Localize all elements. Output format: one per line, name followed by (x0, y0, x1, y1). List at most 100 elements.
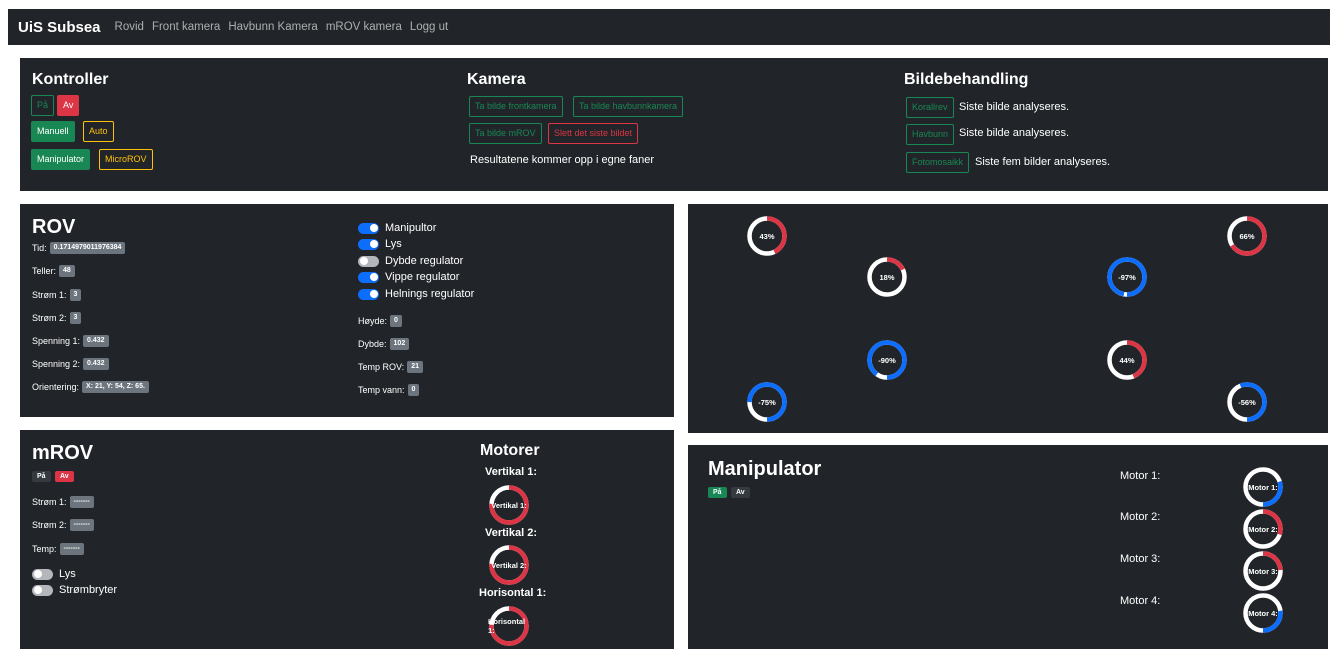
mrov-panel: mROV På Av Strøm 1: ------- Strøm 2: ---… (20, 430, 674, 649)
auto-button[interactable]: Auto (83, 121, 114, 142)
fotomosaikk-button[interactable]: Fotomosaikk (906, 152, 970, 173)
gauge-value: Motor 2: (1248, 524, 1278, 534)
rov-dybde-label: Dybde: (358, 339, 387, 349)
thruster-gauge-1: 43% (746, 215, 788, 257)
manuell-button[interactable]: Manuell (31, 121, 75, 142)
mrov-switch-strombryter[interactable] (32, 584, 53, 596)
rov-temp-rov-label: Temp ROV: (358, 362, 405, 372)
korallrev-description: Siste bilde analyseres. (959, 101, 1070, 113)
thruster-gauge-5: -90% (866, 339, 908, 381)
ta-bilde-havbunnkamera-button[interactable]: Ta bilde havbunnkamera (573, 96, 684, 117)
switch-dybde-regulator-row: Dybde regulator (358, 255, 463, 267)
paa-button[interactable]: På (31, 95, 55, 116)
switch-helnings-regulator[interactable] (358, 288, 379, 300)
switch-lys-row: Lys (358, 238, 402, 250)
gauge-value: 18% (879, 272, 895, 282)
slett-siste-bilde-button[interactable]: Slett det siste bildet (548, 123, 639, 144)
nav-link-rovid[interactable]: Rovid (115, 21, 144, 33)
manip-motor4-gauge: Motor 4: (1242, 592, 1284, 634)
gauge-value: -90% (878, 355, 896, 365)
rov-strom2-row: Strøm 2: 3 (32, 312, 82, 324)
mrov-switch-lys[interactable] (32, 568, 53, 580)
manipulator-av-badge[interactable]: Av (731, 487, 750, 498)
mrov-temp-value: ------- (59, 543, 84, 555)
gauge-value: 66% (1239, 231, 1255, 241)
mrov-switch-lys-label: Lys (59, 568, 76, 580)
switch-vippe-regulator[interactable] (358, 271, 379, 283)
rov-teller-row: Teller: 48 (32, 265, 75, 277)
switch-helnings-regulator-label: Helnings regulator (385, 288, 475, 300)
mrov-paa-badge[interactable]: På (32, 471, 51, 482)
motor-vertikal2-gauge: Vertikal 2: (488, 544, 530, 586)
mrov-strom2-label: Strøm 2: (32, 520, 67, 530)
rov-hoyde-value: 0 (390, 315, 402, 327)
motor-vertikal1-label: Vertikal 1: (485, 466, 537, 478)
rov-strom2-label: Strøm 2: (32, 313, 67, 323)
manipulator-paa-badge[interactable]: På (708, 487, 727, 498)
rov-spenning1-value: 0.432 (83, 335, 109, 347)
ta-bilde-mrov-button[interactable]: Ta bilde mROV (469, 123, 542, 144)
motor-vertikal1-gauge: Vertikal 1: (488, 484, 530, 526)
rov-tid-label: Tid: (32, 243, 47, 253)
rov-temp-vann-row: Temp vann: 0 (358, 384, 420, 396)
rov-hoyde-label: Høyde: (358, 316, 388, 326)
switch-manipultor-label: Manipultor (385, 222, 437, 234)
switch-vippe-regulator-row: Vippe regulator (358, 271, 459, 283)
gauge-value: Vertikal 1: (491, 500, 527, 510)
mrov-strom1-row: Strøm 1: ------- (32, 496, 94, 508)
gauge-value: -75% (758, 397, 776, 407)
motor-horisontal1-label: Horisontal 1: (479, 587, 547, 599)
nav-link-logg-ut[interactable]: Logg ut (410, 21, 448, 33)
rov-panel: ROV Tid: 0.1714979011976384 Teller: 48 S… (20, 204, 674, 417)
mrov-switch-strombryter-label: Strømbryter (59, 584, 118, 596)
rov-spenning2-value: 0.432 (83, 358, 109, 370)
korallrev-button[interactable]: Korallrev (906, 97, 954, 118)
mrov-strom2-row: Strøm 2: ------- (32, 519, 94, 531)
rov-orientering-label: Orientering: (32, 382, 80, 392)
rov-temp-vann-value: 0 (407, 384, 420, 396)
manipulator-button[interactable]: Manipulator (31, 149, 91, 170)
kamera-note: Resultatene kommer opp i egne faner (470, 154, 655, 166)
switch-manipultor[interactable] (358, 222, 379, 234)
ta-bilde-frontkamera-button[interactable]: Ta bilde frontkamera (469, 96, 563, 117)
rov-dybde-row: Dybde: 102 (358, 338, 410, 350)
rov-spenning2-label: Spenning 2: (32, 359, 81, 369)
mrov-temp-label: Temp: (32, 544, 57, 554)
rov-strom1-label: Strøm 1: (32, 290, 67, 300)
gauge-value: 44% (1119, 355, 1135, 365)
rov-strom2-value: 3 (69, 312, 82, 324)
kontroller-title: Kontroller (32, 71, 109, 88)
manipulator-title: Manipulator (708, 458, 822, 480)
thruster-gauge-7: -75% (746, 381, 788, 423)
microrov-button[interactable]: MicroROV (99, 149, 153, 170)
rov-tid-value: 0.1714979011976384 (49, 242, 126, 254)
gauge-value: Motor 4: (1248, 608, 1278, 618)
havbunn-description: Siste bilde analyseres. (959, 127, 1070, 139)
switch-dybde-regulator[interactable] (358, 255, 379, 267)
switch-helnings-regulator-row: Helnings regulator (358, 288, 474, 300)
rov-teller-label: Teller: (32, 266, 57, 276)
switch-vippe-regulator-label: Vippe regulator (385, 271, 460, 283)
gauge-value: 43% (759, 231, 775, 241)
mrov-strom1-value: ------- (69, 496, 94, 508)
nav-link-mrov-kamera[interactable]: mROV kamera (326, 21, 402, 33)
manip-motor2-gauge: Motor 2: (1242, 508, 1284, 550)
control-panel: Kontroller På Av Manuell Auto Manipulato… (20, 58, 1328, 191)
nav-link-havbunn-kamera[interactable]: Havbunn Kamera (228, 21, 318, 33)
brand[interactable]: UiS Subsea (18, 19, 101, 36)
nav-link-front-kamera[interactable]: Front kamera (152, 21, 220, 33)
mrov-strom2-value: ------- (69, 519, 94, 531)
switch-dybde-regulator-label: Dybde regulator (385, 255, 464, 267)
switch-lys[interactable] (358, 238, 379, 250)
rov-spenning1-row: Spenning 1: 0.432 (32, 335, 109, 347)
gauge-value: -97% (1118, 272, 1136, 282)
rov-spenning1-label: Spenning 1: (32, 336, 81, 346)
rov-orientering-value: X: 21, Y: 54, Z: 65. (82, 381, 149, 393)
mrov-av-badge[interactable]: Av (55, 471, 74, 482)
av-button[interactable]: Av (57, 95, 80, 116)
mrov-switch-strombryter-row: Strømbryter (32, 584, 117, 596)
gauge-value: Motor 1: (1248, 482, 1278, 492)
manipulator-panel: Manipulator På Av Motor 1: Motor 1: Moto… (688, 445, 1328, 649)
havbunn-button[interactable]: Havbunn (906, 124, 955, 145)
rov-tid-row: Tid: 0.1714979011976384 (32, 242, 126, 254)
